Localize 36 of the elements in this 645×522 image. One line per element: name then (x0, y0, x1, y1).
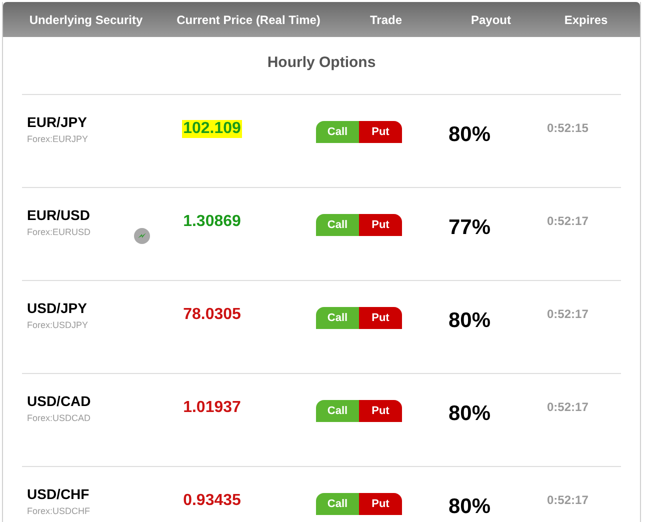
column-header: Underlying Security (28, 12, 144, 26)
expiry-time: 0:52:17 (546, 400, 590, 414)
market-label: Forex:EURJPY (27, 134, 90, 144)
payout-value: 80% (448, 495, 491, 519)
symbol-label: USD/CHF (27, 486, 90, 502)
put-button[interactable]: Put (359, 493, 402, 515)
market-label: Forex:USDJPY (27, 320, 90, 330)
market-label: Forex:USDCAD (27, 413, 92, 423)
put-button[interactable]: Put (359, 121, 402, 143)
symbol-label: EUR/JPY (27, 114, 88, 130)
market-label: Forex:EURUSD (27, 227, 92, 237)
price-value: 1.30869 (183, 213, 241, 230)
symbol-label: EUR/USD (27, 207, 92, 223)
payout-value: 80% (448, 402, 491, 426)
put-button[interactable]: Put (359, 400, 402, 422)
price-value: 0.93435 (183, 492, 241, 509)
price-value: 102.109 (183, 120, 241, 137)
put-button[interactable]: Put (359, 307, 402, 329)
expiry-time: 0:52:17 (546, 493, 590, 507)
put-button[interactable]: Put (359, 214, 402, 236)
price-value: 1.01937 (183, 399, 241, 416)
expiry-time: 0:52:17 (546, 214, 590, 228)
payout-value: 80% (448, 123, 491, 147)
column-header: Expires (563, 12, 609, 26)
column-header: Current Price (Real Time) (176, 12, 322, 26)
price-value: 78.0305 (183, 306, 241, 323)
payout-value: 80% (448, 309, 491, 333)
symbol-label: USD/CAD (27, 393, 92, 409)
expiry-time: 0:52:17 (546, 307, 590, 321)
section-title: Hourly Options (266, 53, 377, 73)
column-header: Payout (470, 12, 512, 26)
expiry-time: 0:52:15 (546, 121, 590, 135)
column-header: Trade (368, 12, 403, 26)
payout-value: 77% (448, 216, 491, 240)
market-label: Forex:USDCHF (27, 506, 92, 516)
symbol-label: USD/JPY (27, 300, 88, 316)
